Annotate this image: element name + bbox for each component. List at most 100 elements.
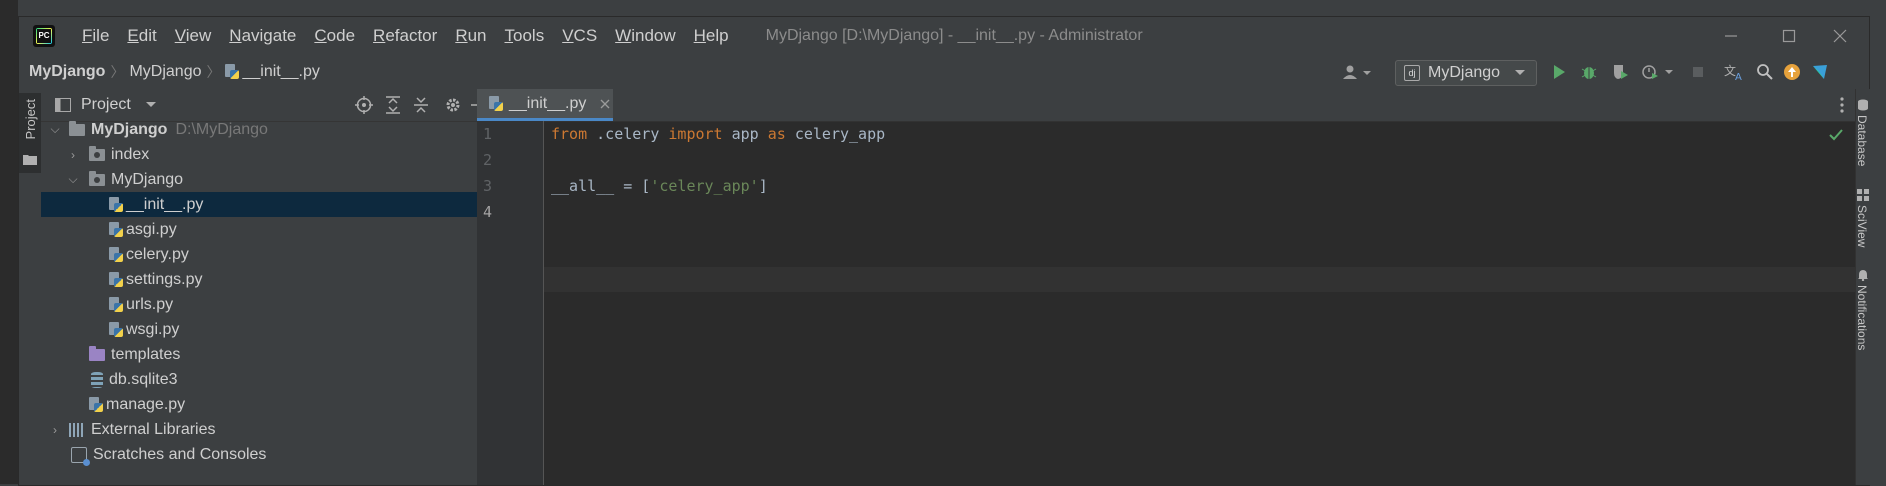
chevron-right-icon[interactable]: ›	[49, 423, 61, 437]
editor-tab-bar: __init__.py	[477, 89, 1855, 122]
menu-code[interactable]: Code	[305, 26, 364, 46]
debug-button[interactable]	[1580, 63, 1598, 81]
tree-label: __init__.py	[126, 195, 204, 213]
update-badge-icon	[1784, 64, 1800, 80]
breadcrumb-project[interactable]: MyDjango	[29, 63, 105, 81]
menu-run[interactable]: Run	[446, 26, 495, 46]
stop-icon	[1693, 67, 1703, 77]
code-module: .celery	[596, 125, 660, 143]
minimize-button[interactable]	[1702, 17, 1760, 55]
code-identifier: celery_app	[794, 125, 886, 143]
maximize-button[interactable]	[1760, 17, 1818, 55]
more-options-icon[interactable]	[1840, 97, 1844, 113]
svg-text:A: A	[1735, 72, 1742, 81]
line-number-gutter: 1 2 3 4	[477, 121, 544, 485]
navigation-bar: MyDjango 〉 MyDjango 〉 __init__.py dj MyD…	[19, 55, 1869, 90]
tree-row-init-py[interactable]: __init__.py	[41, 192, 477, 217]
tree-row-urls-py[interactable]: urls.py	[41, 292, 477, 317]
profile-button[interactable]	[1641, 63, 1675, 81]
editor-tab-init-py[interactable]: __init__.py	[477, 89, 613, 121]
tree-row-manage-py[interactable]: manage.py	[41, 392, 477, 417]
code-with-me-button[interactable]	[1811, 63, 1829, 81]
menu-vcs[interactable]: VCS	[553, 26, 606, 46]
coverage-button[interactable]	[1611, 63, 1629, 81]
tree-row-db-sqlite3[interactable]: db.sqlite3	[41, 367, 477, 392]
breadcrumb-file[interactable]: __init__.py	[242, 63, 319, 81]
translate-icon: 文A	[1724, 63, 1742, 81]
tree-label: db.sqlite3	[109, 370, 178, 388]
package-folder-icon	[89, 145, 105, 161]
run-configuration-select[interactable]: dj MyDjango	[1395, 60, 1537, 86]
tree-row-mydjango[interactable]: ⌵ MyDjango	[41, 167, 477, 192]
tree-row-settings-py[interactable]: settings.py	[41, 267, 477, 292]
code-identifier: __all__	[551, 177, 615, 195]
menu-tools[interactable]: Tools	[496, 26, 554, 46]
chevron-right-icon: 〉	[110, 64, 125, 80]
editor-area: __init__.py 1 2 3 4 from .celery import …	[477, 89, 1855, 485]
project-tool-tab[interactable]: Project	[19, 93, 41, 173]
menu-refactor[interactable]: Refactor	[364, 26, 446, 46]
expand-all-icon[interactable]	[385, 96, 401, 114]
chevron-right-icon[interactable]: ›	[67, 148, 79, 162]
run-button[interactable]	[1550, 63, 1568, 81]
chevron-down-icon[interactable]: ⌵	[67, 172, 79, 187]
chevron-down-icon[interactable]	[145, 101, 157, 109]
code-keyword: from	[551, 125, 588, 143]
breadcrumb: MyDjango 〉 MyDjango 〉 __init__.py	[29, 62, 320, 82]
scratches-icon	[71, 446, 90, 466]
breadcrumb-package[interactable]: MyDjango	[129, 63, 201, 81]
python-file-icon	[109, 321, 123, 338]
collapse-all-icon[interactable]	[413, 96, 429, 114]
line-number-current: 4	[483, 203, 493, 221]
tree-row-index[interactable]: › index	[41, 142, 477, 167]
tree-row-templates[interactable]: templates	[41, 342, 477, 367]
code-line-3[interactable]: __all__ = ['celery_app']	[551, 177, 768, 195]
tree-label: templates	[111, 345, 181, 363]
run-icon	[1554, 65, 1565, 79]
tree-row-scratches[interactable]: Scratches and Consoles	[41, 442, 477, 467]
python-file-icon	[109, 296, 123, 313]
vcs-user-button[interactable]	[1341, 63, 1373, 81]
tree-row-wsgi-py[interactable]: wsgi.py	[41, 317, 477, 342]
chevron-down-icon	[1515, 70, 1525, 75]
chevron-down-icon[interactable]: ⌵	[49, 122, 61, 137]
current-line-highlight[interactable]	[544, 267, 1855, 292]
tree-label: urls.py	[126, 295, 174, 313]
project-panel-title[interactable]: Project	[81, 96, 131, 114]
code-operator: ]	[758, 177, 768, 195]
translate-button[interactable]: 文A	[1724, 63, 1746, 81]
django-icon: dj	[1404, 65, 1420, 81]
run-config-label: MyDjango	[1428, 64, 1501, 81]
menu-help[interactable]: Help	[685, 26, 738, 46]
python-file-icon	[109, 221, 123, 238]
menu-navigate[interactable]: Navigate	[220, 26, 305, 46]
close-tab-icon[interactable]	[600, 99, 610, 109]
close-button[interactable]	[1811, 17, 1869, 55]
menu-view[interactable]: View	[166, 26, 221, 46]
tree-label: index	[111, 145, 150, 163]
tree-row-external-libraries[interactable]: › External Libraries	[41, 417, 477, 442]
menu-window[interactable]: Window	[606, 26, 684, 46]
root-path: D:\MyDjango	[175, 120, 268, 138]
locate-file-icon[interactable]	[355, 96, 373, 114]
menu-edit[interactable]: Edit	[118, 26, 165, 46]
menu-file[interactable]: File	[73, 26, 118, 46]
stop-button[interactable]	[1689, 63, 1707, 81]
gear-icon[interactable]	[445, 97, 461, 113]
code-line-1[interactable]: from .celery import app as celery_app	[551, 125, 885, 143]
code-keyword: import	[668, 125, 723, 143]
inspection-ok-check-icon[interactable]	[1829, 129, 1843, 141]
updates-button[interactable]	[1783, 63, 1801, 81]
python-file-icon	[109, 246, 123, 263]
tree-row-asgi-py[interactable]: asgi.py	[41, 217, 477, 242]
database-file-icon	[91, 371, 103, 388]
database-tab-label: Database	[1855, 115, 1869, 167]
ide-window: File Edit View Navigate Code Refactor Ru…	[18, 16, 1870, 486]
tree-root-row[interactable]: ⌵ MyDjango D:\MyDjango	[41, 117, 477, 142]
tree-row-celery-py[interactable]: celery.py	[41, 242, 477, 267]
tree-label: celery.py	[126, 245, 189, 263]
window-title: MyDjango [D:\MyDjango] - __init__.py - A…	[765, 27, 1143, 44]
left-tool-strip: Project	[19, 89, 42, 485]
line-number: 1	[483, 125, 493, 143]
search-everywhere-button[interactable]	[1756, 63, 1774, 81]
